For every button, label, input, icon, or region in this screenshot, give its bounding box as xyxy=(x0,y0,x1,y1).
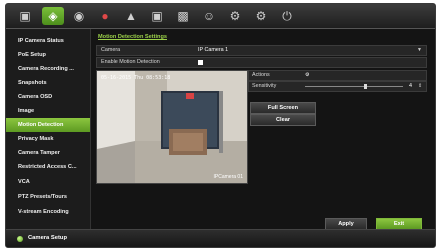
preview-timestamp: 05-16-2015 Thu 08:53:18 xyxy=(101,75,171,81)
sidebar-item-camera-tamper[interactable]: Camera Tamper xyxy=(6,146,90,160)
sidebar-item-privacy-mask[interactable]: Privacy Mask xyxy=(6,132,90,146)
sensitivity-stepper-icon[interactable]: ⇕ xyxy=(418,82,422,91)
camera-config-icon[interactable]: ◈ xyxy=(42,7,64,25)
actions-row[interactable]: Actions ⚙ xyxy=(248,70,427,81)
alarm-icon[interactable]: ▲ xyxy=(120,7,142,25)
sidebar-item-ptz-presets-tours[interactable]: PTZ Presets/Tours xyxy=(6,190,90,204)
status-label: Camera Setup xyxy=(28,235,67,241)
actions-settings-icon[interactable]: ⚙ xyxy=(305,71,309,80)
camera-label: Camera xyxy=(101,47,121,53)
sensitivity-row: Sensitivity 4 ⇕ xyxy=(248,81,427,92)
enable-motion-detection-label: Enable Motion Detection xyxy=(101,59,160,65)
sidebar-item-motion-detection[interactable]: Motion Detection xyxy=(6,118,90,132)
storage-icon[interactable]: ▣ xyxy=(146,7,168,25)
sidebar-item-poe-setup[interactable]: PoE Setup xyxy=(6,48,90,62)
camera-value: IP Camera 1 xyxy=(198,47,229,53)
monitor-icon[interactable]: ▣ xyxy=(14,7,36,25)
full-screen-button[interactable]: Full Screen xyxy=(250,102,316,114)
camera-preview[interactable]: 05-16-2015 Thu 08:53:18 IPCamera 01 xyxy=(96,70,248,184)
network-icon[interactable]: ◉ xyxy=(68,7,90,25)
camera-view-image xyxy=(97,71,247,183)
sidebar-item-camera-osd[interactable]: Camera OSD xyxy=(6,90,90,104)
sensitivity-slider[interactable] xyxy=(305,86,403,87)
sidebar-item-restricted-access[interactable]: Restricted Access C... xyxy=(6,160,90,174)
camera-select[interactable]: Camera IP Camera 1 ▼ xyxy=(96,45,427,56)
sidebar-item-v-stream-encoding[interactable]: V-stream Encoding xyxy=(6,205,90,219)
enable-motion-detection-row: Enable Motion Detection xyxy=(96,57,427,68)
sidebar-item-camera-recording[interactable]: Camera Recording ... xyxy=(6,62,90,76)
sensitivity-slider-handle[interactable] xyxy=(364,84,367,89)
main-panel: Motion Detection Settings Camera IP Came… xyxy=(92,29,435,230)
section-title: Motion Detection Settings xyxy=(98,34,167,40)
shutdown-icon[interactable]: ⏻ xyxy=(276,7,298,25)
sensitivity-value[interactable]: 4 xyxy=(409,82,412,91)
clear-button[interactable]: Clear xyxy=(250,114,316,126)
device-icon[interactable]: ▩ xyxy=(172,7,194,25)
user-icon[interactable]: ☺ xyxy=(198,7,220,25)
sidebar-item-snapshots[interactable]: Snapshots xyxy=(6,76,90,90)
top-toolbar: ▣ ◈ ◉ ● ▲ ▣ ▩ ☺ ⚙ ⚙ ⏻ xyxy=(6,4,435,29)
record-icon[interactable]: ● xyxy=(94,7,116,25)
maintenance-icon[interactable]: ⚙ xyxy=(250,7,272,25)
status-bar: Camera Setup xyxy=(6,229,435,247)
actions-label: Actions xyxy=(252,72,270,78)
chevron-down-icon: ▼ xyxy=(417,47,422,53)
sidebar: IP Camera Status PoE Setup Camera Record… xyxy=(6,29,91,229)
system-icon[interactable]: ⚙ xyxy=(224,7,246,25)
sensitivity-label: Sensitivity xyxy=(252,83,277,89)
sidebar-item-image[interactable]: Image xyxy=(6,104,90,118)
nvr-screen: ▣ ◈ ◉ ● ▲ ▣ ▩ ☺ ⚙ ⚙ ⏻ IP Camera Status P… xyxy=(5,3,436,248)
preview-camera-name: IPCamera 01 xyxy=(213,174,243,180)
enable-motion-detection-checkbox[interactable] xyxy=(198,60,203,65)
sidebar-item-vca[interactable]: VCA xyxy=(6,175,90,189)
status-indicator-icon xyxy=(17,236,23,242)
sidebar-item-ip-camera-status[interactable]: IP Camera Status xyxy=(6,34,90,48)
